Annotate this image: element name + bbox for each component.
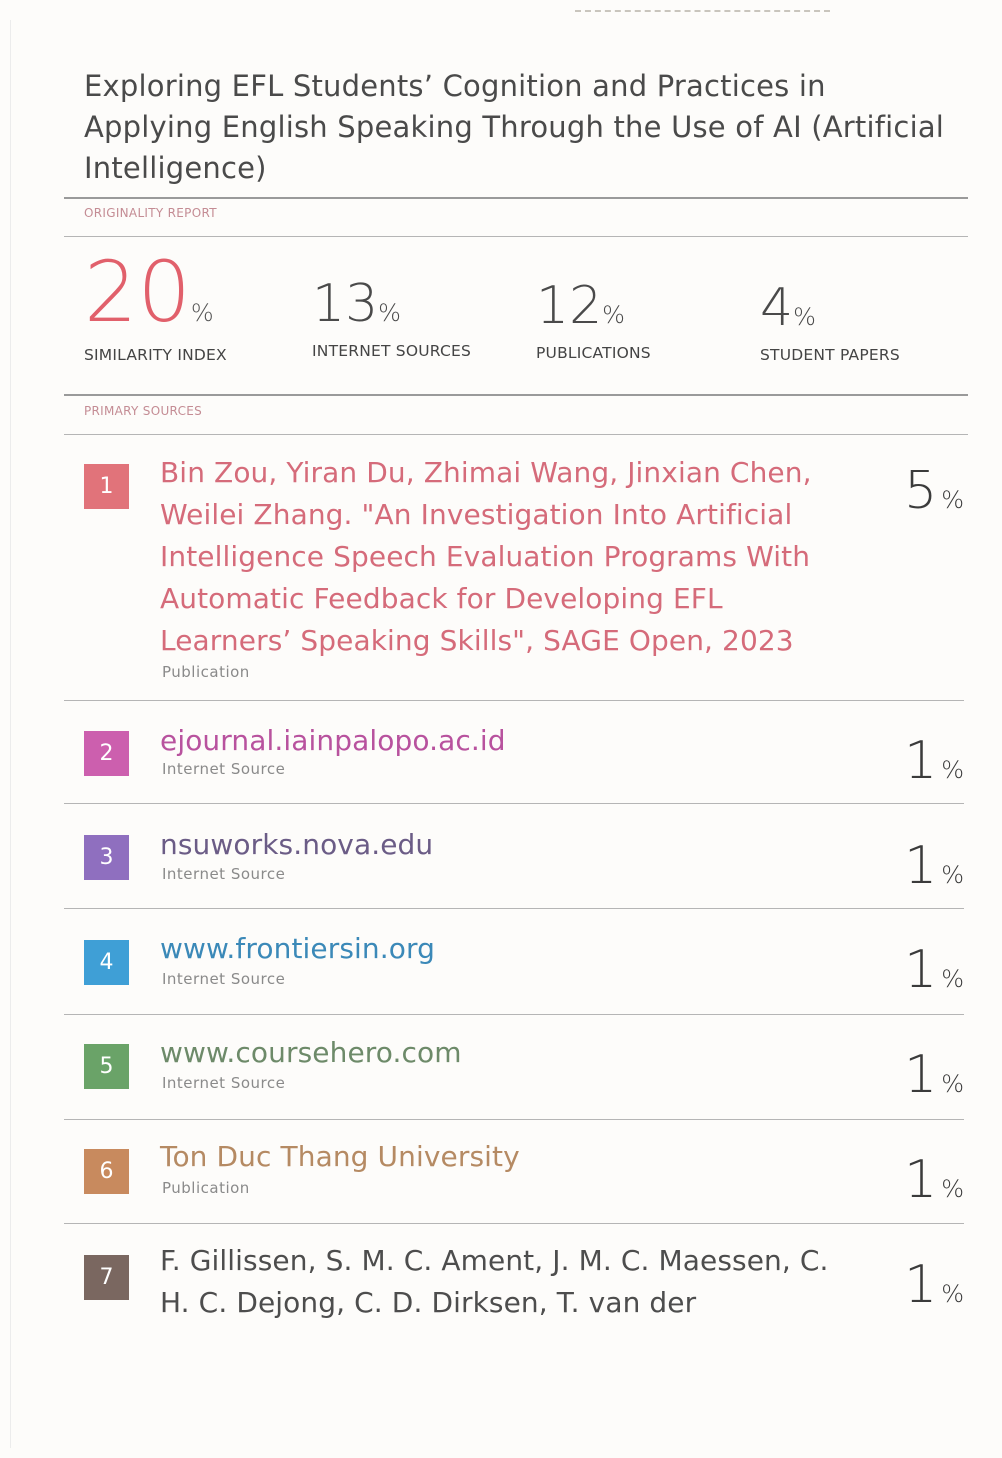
source-title[interactable]: www.frontiersin.org xyxy=(160,928,860,970)
source-title[interactable]: ejournal.iainpalopo.ac.id xyxy=(160,720,860,762)
divider xyxy=(64,394,968,396)
source-type: Internet Source xyxy=(162,1074,286,1092)
stat-value: 12% xyxy=(536,280,651,332)
stat-number: 20 xyxy=(84,243,191,341)
source-rank-badge: 7 xyxy=(84,1255,129,1300)
stat-number: 4 xyxy=(760,278,794,338)
stat-value: 4% xyxy=(760,282,900,334)
source-title[interactable]: F. Gillissen, S. M. C. Ament, J. M. C. M… xyxy=(160,1240,850,1324)
percent-sign: % xyxy=(941,861,964,889)
document-title: Exploring EFL Students’ Cognition and Pr… xyxy=(84,69,945,185)
divider xyxy=(64,1223,964,1224)
page-edge-line xyxy=(10,20,11,1448)
source-rank-badge: 6 xyxy=(84,1149,129,1194)
source-title[interactable]: Bin Zou, Yiran Du, Zhimai Wang, Jinxian … xyxy=(160,452,850,662)
source-type: Internet Source xyxy=(162,970,286,988)
percent-sign: % xyxy=(941,1280,964,1308)
source-rank-badge: 2 xyxy=(84,731,129,776)
source-type: Internet Source xyxy=(162,865,286,883)
source-percent-value: 1 xyxy=(904,731,938,791)
stat-value: 20% xyxy=(84,250,227,334)
stat-number: 12 xyxy=(536,276,603,336)
percent-sign: % xyxy=(941,486,964,514)
divider xyxy=(64,700,964,701)
stat-caption: SIMILARITY INDEX xyxy=(84,346,227,364)
stat-caption: PUBLICATIONS xyxy=(536,344,651,362)
primary-sources-label: PRIMARY SOURCES xyxy=(84,404,203,418)
percent-sign: % xyxy=(941,965,964,993)
stat-internet-sources: 13% INTERNET SOURCES xyxy=(312,278,471,360)
source-percent-value: 1 xyxy=(904,1045,938,1105)
percent-sign: % xyxy=(602,301,625,329)
source-percent: 1% xyxy=(904,944,964,996)
source-percent: 1% xyxy=(904,840,964,892)
source-title[interactable]: nsuworks.nova.edu xyxy=(160,824,860,866)
source-percent: 1% xyxy=(904,1049,964,1101)
percent-sign: % xyxy=(378,299,401,327)
percent-sign: % xyxy=(941,1175,964,1203)
divider xyxy=(64,434,968,435)
source-type: Publication xyxy=(162,663,250,681)
divider xyxy=(64,1014,964,1015)
originality-report-label: ORIGINALITY REPORT xyxy=(84,206,217,220)
stat-value: 13% xyxy=(312,278,471,330)
stat-caption: STUDENT PAPERS xyxy=(760,346,900,364)
divider xyxy=(64,803,964,804)
top-dashed-line xyxy=(575,10,830,12)
source-percent-value: 1 xyxy=(904,940,938,1000)
source-title[interactable]: Ton Duc Thang University xyxy=(160,1136,860,1178)
source-rank-badge: 5 xyxy=(84,1044,129,1089)
source-percent: 1% xyxy=(904,735,964,787)
stat-caption: INTERNET SOURCES xyxy=(312,342,472,360)
source-percent-value: 5 xyxy=(904,461,938,521)
stat-publications: 12% PUBLICATIONS xyxy=(536,280,651,362)
source-rank-badge: 4 xyxy=(84,940,129,985)
stat-similarity-index: 20% SIMILARITY INDEX xyxy=(84,250,227,364)
divider xyxy=(64,236,968,237)
source-percent-value: 1 xyxy=(904,836,938,896)
divider xyxy=(64,1119,964,1120)
source-rank-badge: 1 xyxy=(84,464,129,509)
source-percent: 1% xyxy=(904,1154,964,1206)
divider xyxy=(64,908,964,909)
divider xyxy=(64,197,968,199)
percent-sign: % xyxy=(793,303,816,331)
source-title[interactable]: www.coursehero.com xyxy=(160,1032,860,1074)
percent-sign: % xyxy=(190,299,214,327)
source-percent-value: 1 xyxy=(904,1255,938,1315)
stat-student-papers: 4% STUDENT PAPERS xyxy=(760,282,900,364)
percent-sign: % xyxy=(941,756,964,784)
source-percent: 1% xyxy=(904,1259,964,1311)
percent-sign: % xyxy=(941,1070,964,1098)
stat-number: 13 xyxy=(312,274,379,334)
source-percent: 5% xyxy=(904,465,964,517)
source-type: Publication xyxy=(162,1179,250,1197)
source-percent-value: 1 xyxy=(904,1150,938,1210)
source-type: Internet Source xyxy=(162,760,286,778)
source-rank-badge: 3 xyxy=(84,835,129,880)
